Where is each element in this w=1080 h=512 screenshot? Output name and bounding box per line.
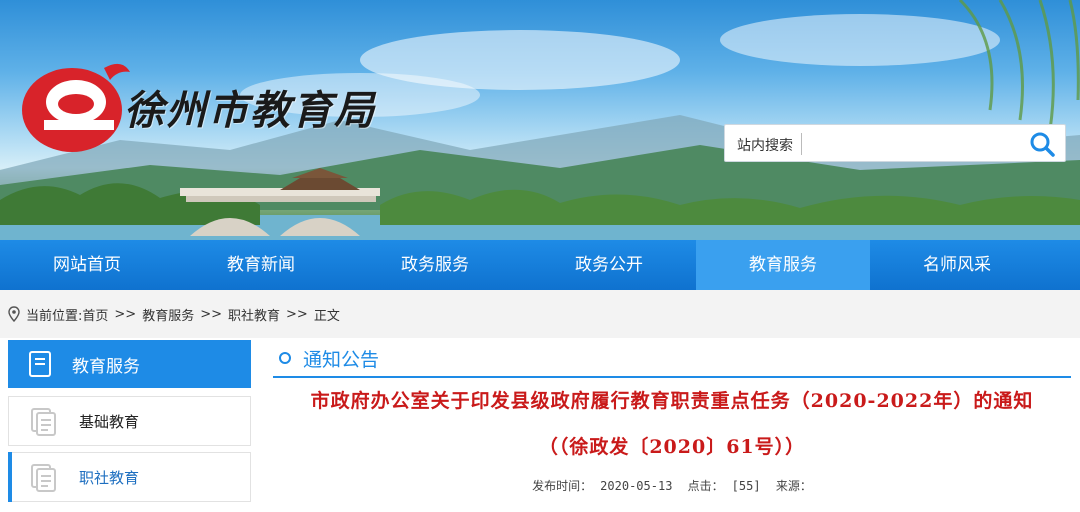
- clicks-label: 点击：: [687, 479, 724, 493]
- article-title: 市政府办公室关于印发县级政府履行教育职责重点任务（2020-2022年）的通知: [310, 390, 1034, 412]
- breadcrumb-separator: >>: [114, 306, 137, 322]
- sidebar-header: 教育服务: [8, 340, 251, 388]
- publish-date: 2020-05-13: [600, 479, 673, 493]
- publish-date-label: 发布时间：: [532, 479, 593, 493]
- source-label: 来源：: [775, 479, 812, 493]
- nav-item-government-disclosure[interactable]: 政务公开: [522, 240, 696, 290]
- page: 徐州市教育局 站内搜索 网站首页 教育新闻 政务服务 政务公开 教育服务 名师风…: [0, 0, 1080, 512]
- nav-item-famous-teachers[interactable]: 名师风采: [870, 240, 1044, 290]
- sidebar-item-label: 基础教育: [79, 412, 140, 431]
- section-title: 通知公告: [303, 348, 380, 371]
- site-title[interactable]: 徐州市教育局: [124, 78, 376, 136]
- section-header: 通知公告: [273, 340, 1071, 378]
- sidebar-title: 教育服务: [72, 356, 140, 377]
- header-banner: 徐州市教育局 站内搜索: [0, 0, 1080, 240]
- search-label: 站内搜索: [737, 138, 793, 154]
- search-icon: [1030, 132, 1055, 157]
- article-subtitle: （（徐政发〔2020〕61号））: [538, 436, 806, 458]
- nav-item-government-services[interactable]: 政务服务: [348, 240, 522, 290]
- sidebar-item-label: 职社教育: [79, 468, 140, 487]
- nav-item-education-news[interactable]: 教育新闻: [174, 240, 348, 290]
- breadcrumb-home[interactable]: 首页: [82, 305, 108, 324]
- document-list-icon: [31, 464, 56, 492]
- article-meta: 发布时间： 2020-05-13 点击： [55] 来源：: [273, 477, 1071, 494]
- document-icon: [29, 351, 51, 377]
- location-pin-icon: [8, 306, 20, 322]
- search-box: 站内搜索: [724, 124, 1066, 162]
- circle-bullet-icon: [279, 352, 291, 364]
- sidebar-item-vocational-education[interactable]: 职社教育: [8, 452, 251, 502]
- click-count: [55]: [731, 479, 761, 493]
- breadcrumb-vocational-education[interactable]: 职社教育: [228, 305, 280, 324]
- breadcrumb-separator: >>: [286, 306, 308, 322]
- breadcrumb-current: 正文: [313, 308, 340, 324]
- search-input[interactable]: [809, 129, 1019, 159]
- search-button[interactable]: [1025, 129, 1061, 159]
- e-logo-icon[interactable]: [14, 50, 134, 160]
- search-divider: [801, 133, 802, 155]
- nav-item-education-services[interactable]: 教育服务: [696, 240, 870, 290]
- breadcrumb-education-services[interactable]: 教育服务: [142, 305, 194, 324]
- breadcrumb-separator: >>: [200, 306, 223, 322]
- active-indicator: [8, 452, 12, 502]
- sidebar-item-basic-education[interactable]: 基础教育: [8, 396, 251, 446]
- breadcrumb: 当前位置: 首页 >> 教育服务 >> 职社教育 >> 正文: [0, 290, 1080, 338]
- nav-item-home[interactable]: 网站首页: [0, 240, 174, 290]
- document-list-icon: [31, 408, 56, 436]
- breadcrumb-prefix: 当前位置:: [26, 308, 83, 324]
- main-nav: 网站首页 教育新闻 政务服务 政务公开 教育服务 名师风采: [0, 240, 1080, 290]
